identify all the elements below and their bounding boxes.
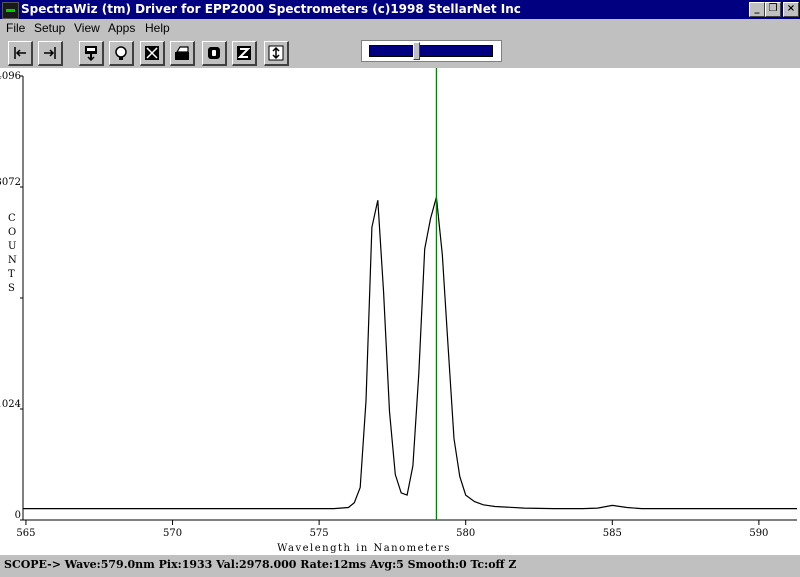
- shift-right-button[interactable]: [38, 41, 63, 66]
- menu-bar: File Setup View Apps Help: [0, 19, 800, 38]
- scale-icon: [268, 45, 284, 61]
- title-bar: SpectraWiz (tm) Driver for EPP2000 Spect…: [0, 0, 800, 19]
- lamp-button[interactable]: [109, 41, 134, 66]
- scale-button[interactable]: [264, 41, 289, 66]
- x-tick-label: 570: [163, 528, 182, 539]
- integration-slider[interactable]: [361, 40, 502, 62]
- zero-button[interactable]: [202, 41, 227, 66]
- x-tick-label: 585: [603, 528, 622, 539]
- menu-view[interactable]: View: [74, 21, 100, 35]
- menu-setup[interactable]: Setup: [34, 21, 65, 35]
- save-icon: [85, 46, 97, 61]
- dark-icon: [145, 46, 159, 60]
- y-tick-label: 4096: [0, 71, 21, 82]
- menu-help[interactable]: Help: [145, 21, 170, 35]
- slider-track[interactable]: [369, 45, 493, 57]
- x-tick-label: 580: [456, 528, 475, 539]
- shift-left-button[interactable]: [8, 41, 33, 66]
- open-file-button[interactable]: [170, 41, 195, 66]
- status-bar: SCOPE-> Wave:579.0nm Pix:1933 Val:2978.0…: [0, 554, 800, 577]
- x-axis-label: Wavelength in Nanometers: [277, 543, 451, 554]
- save-button[interactable]: [79, 41, 104, 66]
- open-file-icon: [175, 46, 189, 60]
- y-tick-label: 3072: [0, 177, 21, 188]
- status-readout: SCOPE-> Wave:579.0nm Pix:1933 Val:2978.0…: [4, 558, 517, 571]
- z-button[interactable]: [232, 41, 257, 66]
- x-tick-label: 565: [16, 528, 35, 539]
- close-button[interactable]: ×: [783, 2, 799, 17]
- lamp-icon: [115, 46, 127, 60]
- minimize-button[interactable]: _: [749, 2, 765, 17]
- dark-button[interactable]: [140, 41, 165, 66]
- shift-right-icon: [44, 47, 56, 59]
- app-icon[interactable]: [2, 2, 19, 19]
- x-tick-label: 590: [749, 528, 768, 539]
- y-axis-label: COUNTS: [8, 213, 17, 294]
- spectrum-plot[interactable]: 565 570 575 580 585 590 0 1024 3072 4096 COUNTS Wav…: [0, 68, 800, 554]
- window-title: SpectraWiz (tm) Driver for EPP2000 Spect…: [21, 2, 521, 16]
- spectrum-chart[interactable]: 565 570 575 580 585 590 0 1024 3072 4096 COUNTS Wav…: [0, 68, 800, 554]
- slider-thumb[interactable]: [413, 42, 421, 60]
- menu-file[interactable]: File: [6, 21, 25, 35]
- menu-apps[interactable]: Apps: [108, 21, 135, 35]
- zero-icon: [208, 47, 220, 59]
- z-icon: [237, 46, 251, 60]
- spectrum-line: [23, 197, 797, 510]
- shift-left-icon: [14, 47, 26, 59]
- y-tick-label: 0: [15, 510, 21, 521]
- x-tick-label: 575: [310, 528, 329, 539]
- restore-button[interactable]: ❐: [765, 2, 781, 17]
- y-tick-label: 1024: [0, 399, 21, 410]
